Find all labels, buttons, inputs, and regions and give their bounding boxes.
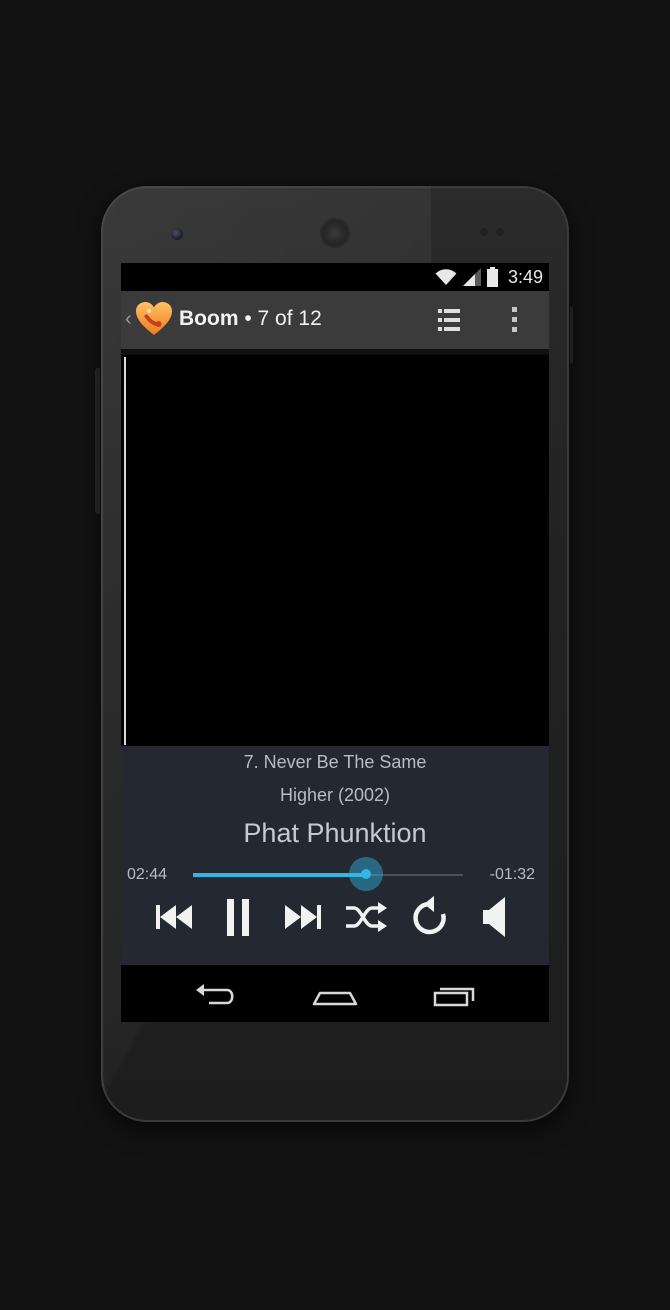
device-stage: 3:49 ‹ Boom • 7 of 12 7. Never Be The Sa…: [0, 0, 670, 1310]
pause-icon[interactable]: [212, 892, 264, 942]
up-navigation-caret[interactable]: ‹: [125, 308, 132, 331]
next-icon[interactable]: [276, 892, 328, 942]
previous-icon[interactable]: [149, 892, 201, 942]
wifi-icon: [435, 269, 457, 285]
seek-progress: [193, 873, 366, 877]
action-bar-title: Boom • 7 of 12: [179, 307, 322, 331]
elapsed-time: 02:44: [127, 866, 168, 883]
light-sensor: [496, 228, 504, 236]
volume-icon[interactable]: [469, 892, 521, 942]
status-time: 3:49: [507, 266, 543, 287]
remaining-time: -01:32: [489, 866, 535, 883]
front-camera: [171, 228, 183, 240]
proximity-sensor: [480, 228, 488, 236]
queue-list-icon[interactable]: [431, 305, 467, 335]
artist-name: Phat Phunktion: [243, 818, 427, 848]
queue-position: 7 of 12: [257, 307, 322, 330]
title-separator: •: [238, 307, 258, 330]
now-playing-panel: 7. Never Be The Same Higher (2002) Phat …: [121, 746, 549, 965]
recent-apps-icon[interactable]: [430, 977, 480, 1011]
status-bar: 3:49: [121, 263, 549, 291]
divider: [121, 349, 549, 355]
overflow-menu-icon[interactable]: [501, 303, 529, 337]
album-art[interactable]: [124, 357, 547, 745]
boom-heart-logo-icon[interactable]: [135, 301, 173, 337]
system-nav-bar: [121, 965, 549, 1022]
seek-thumb[interactable]: [348, 857, 383, 891]
track-title: 7. Never Be The Same: [243, 752, 427, 772]
repeat-icon[interactable]: [405, 892, 457, 942]
cell-signal-icon: [462, 268, 481, 286]
status-icons: 3:49: [435, 266, 543, 288]
back-icon[interactable]: [191, 977, 241, 1011]
action-bar: ‹ Boom • 7 of 12: [121, 291, 549, 349]
battery-icon: [486, 267, 498, 287]
seek-bar[interactable]: [193, 857, 463, 891]
album-name: Higher (2002): [279, 785, 391, 805]
earpiece-speaker: [322, 220, 348, 246]
home-icon[interactable]: [310, 977, 360, 1011]
shuffle-icon[interactable]: [341, 892, 393, 942]
phone-screen: 3:49 ‹ Boom • 7 of 12 7. Never Be The Sa…: [121, 263, 549, 1022]
app-name: Boom: [179, 307, 239, 330]
